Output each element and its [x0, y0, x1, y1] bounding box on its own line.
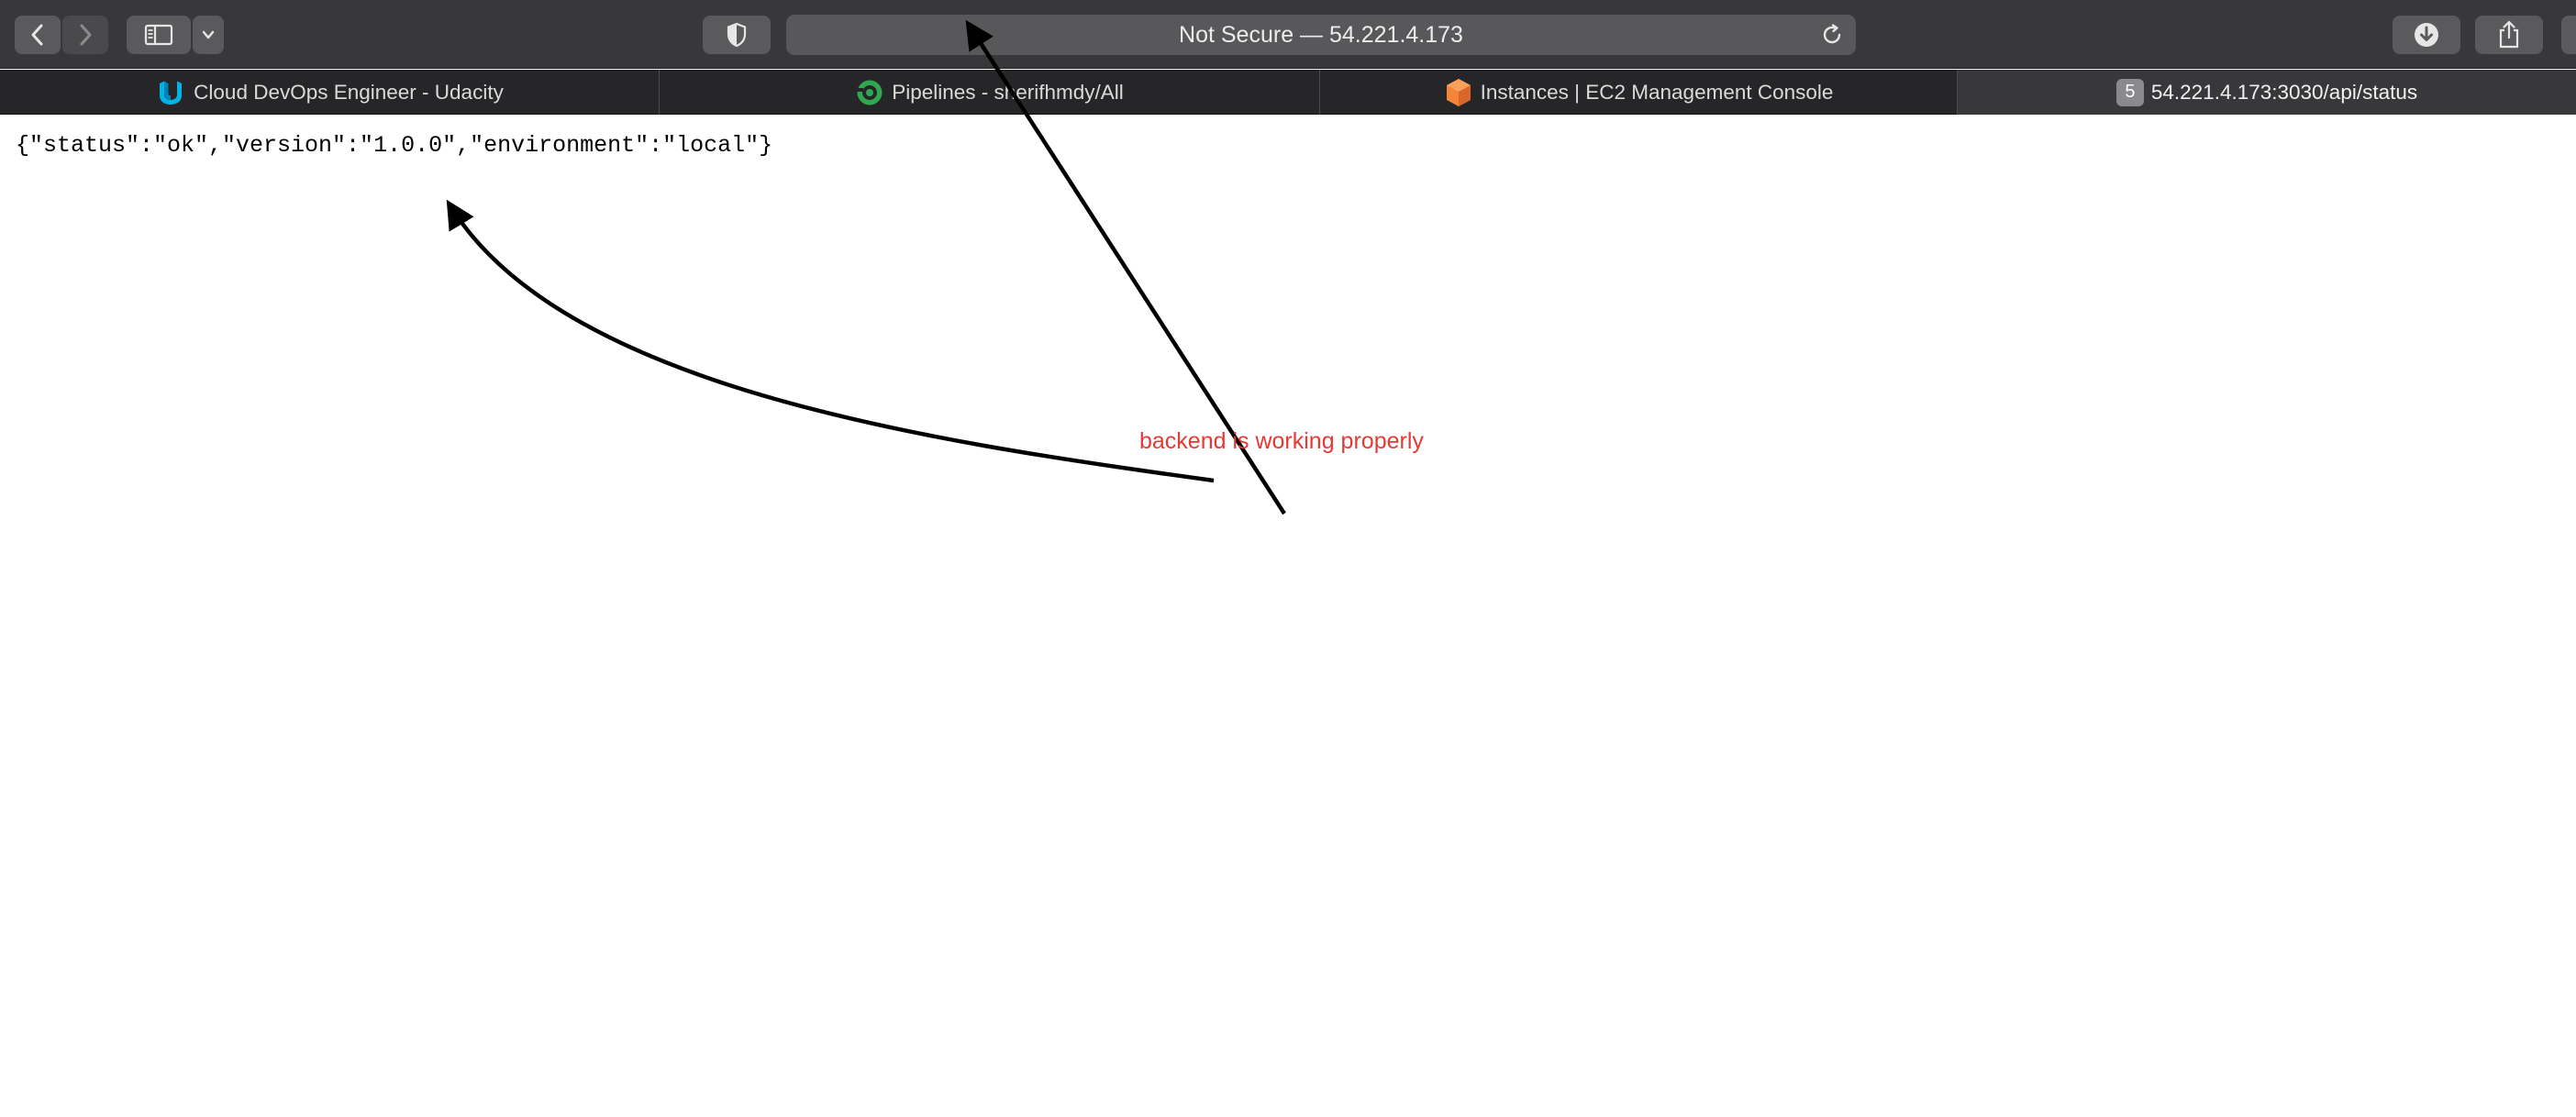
annotation-note: backend is working properly — [1139, 428, 1424, 454]
annotation-arrows — [446, 19, 1286, 515]
arrow-to-json — [446, 199, 1215, 483]
